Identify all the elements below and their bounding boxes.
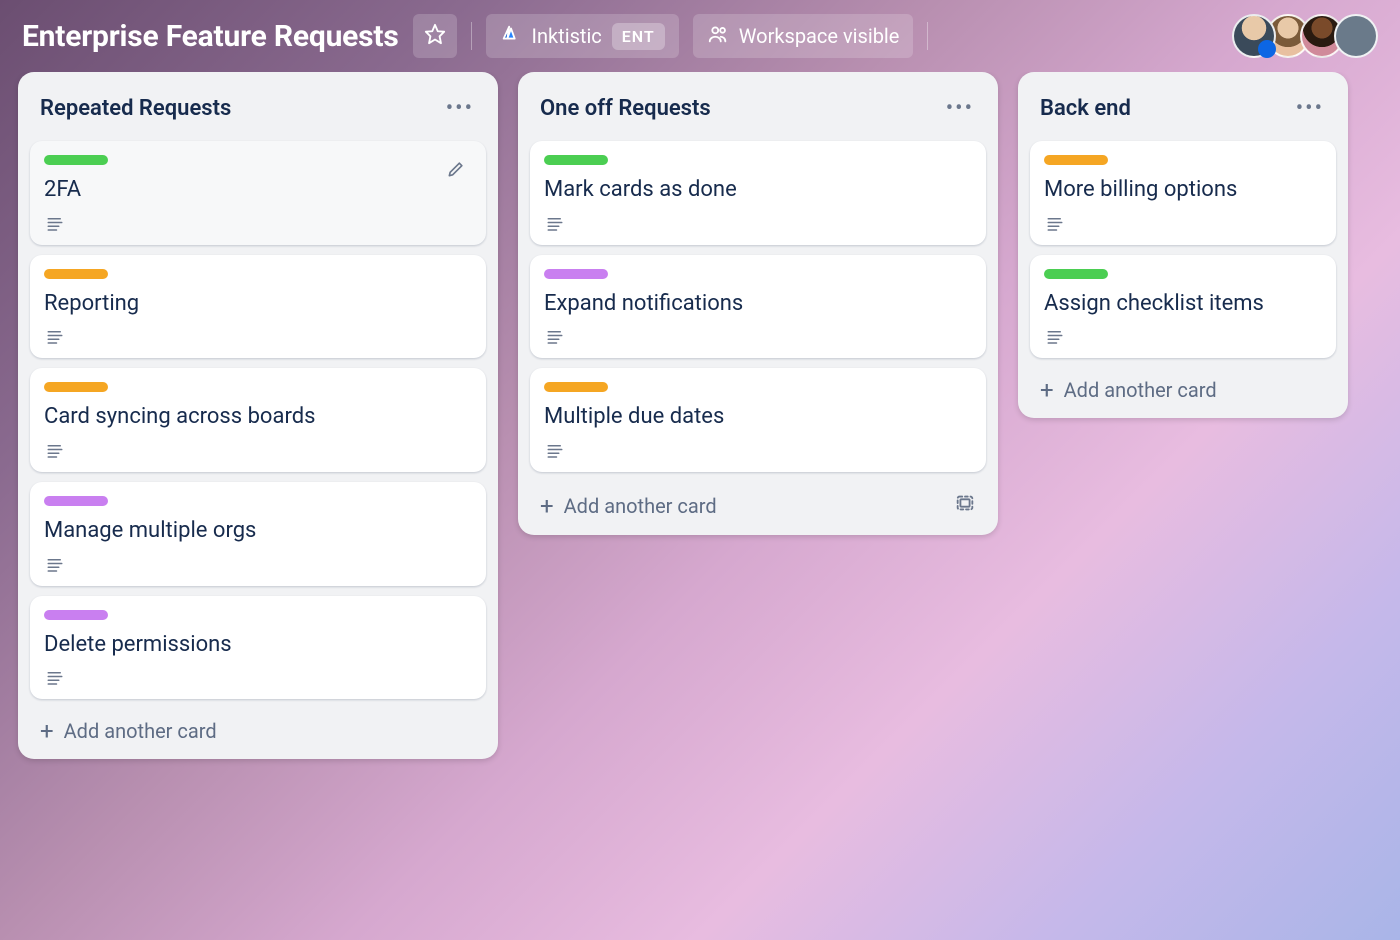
add-card-button[interactable]: + Add another card xyxy=(40,719,217,743)
template-icon xyxy=(954,495,976,519)
card-label[interactable] xyxy=(1044,269,1108,279)
ellipsis-icon: ••• xyxy=(446,96,474,121)
card[interactable]: Manage multiple orgs xyxy=(30,482,486,586)
card[interactable]: Mark cards as done xyxy=(530,141,986,245)
add-card-label: Add another card xyxy=(64,719,217,743)
add-card-button[interactable]: + Add another card xyxy=(540,494,717,518)
list: One off Requests ••• Mark cards as done Exp… xyxy=(518,72,998,535)
card-title: Reporting xyxy=(44,289,472,319)
list-title[interactable]: Back end xyxy=(1040,96,1131,121)
card-title: Mark cards as done xyxy=(544,175,972,205)
card-label[interactable] xyxy=(44,269,108,279)
visibility-label: Workspace visible xyxy=(739,24,900,48)
list-title[interactable]: One off Requests xyxy=(540,96,711,121)
card[interactable]: Delete permissions xyxy=(30,596,486,700)
description-icon xyxy=(544,328,972,346)
description-icon xyxy=(1044,328,1322,346)
card[interactable]: More billing options xyxy=(1030,141,1336,245)
description-icon xyxy=(44,442,472,460)
card-label[interactable] xyxy=(1044,155,1108,165)
avatar[interactable] xyxy=(1232,14,1276,58)
visibility-button[interactable]: Workspace visible xyxy=(693,14,914,58)
card-label[interactable] xyxy=(44,382,108,392)
board-members[interactable] xyxy=(1232,14,1378,58)
card-title: Manage multiple orgs xyxy=(44,516,472,546)
edit-card-button[interactable] xyxy=(440,155,472,187)
list-title[interactable]: Repeated Requests xyxy=(40,96,231,121)
plus-icon: + xyxy=(540,494,554,518)
ellipsis-icon: ••• xyxy=(1296,96,1324,121)
people-icon xyxy=(707,23,729,50)
description-icon xyxy=(44,215,472,233)
description-icon xyxy=(44,328,472,346)
plus-icon: + xyxy=(40,719,54,743)
description-icon xyxy=(44,669,472,687)
card[interactable]: Reporting xyxy=(30,255,486,359)
workspace-plan-badge: ENT xyxy=(612,23,665,50)
workspace-name: Inktistic xyxy=(532,24,602,48)
board-header: Enterprise Feature Requests Inktistic EN… xyxy=(0,0,1400,72)
list-footer: + Add another card xyxy=(1030,368,1336,404)
list: Repeated Requests ••• 2FA Reporting Card syn… xyxy=(18,72,498,759)
pencil-icon xyxy=(446,159,466,183)
list-header: One off Requests ••• xyxy=(530,86,986,131)
workspace-switcher[interactable]: Inktistic ENT xyxy=(486,14,679,58)
add-card-label: Add another card xyxy=(564,494,717,518)
star-button[interactable] xyxy=(413,14,457,58)
star-icon xyxy=(424,23,446,50)
plus-icon: + xyxy=(1040,378,1054,402)
ellipsis-icon: ••• xyxy=(946,96,974,121)
card-title: Assign checklist items xyxy=(1044,289,1322,319)
list: Back end ••• More billing options Assign ch… xyxy=(1018,72,1348,418)
card-label[interactable] xyxy=(544,382,608,392)
list-header: Back end ••• xyxy=(1030,86,1336,131)
atlassian-logo-icon xyxy=(500,23,522,50)
card-title: Card syncing across boards xyxy=(44,402,472,432)
card-title: Multiple due dates xyxy=(544,402,972,432)
description-icon xyxy=(544,215,972,233)
list-header: Repeated Requests ••• xyxy=(30,86,486,131)
description-icon xyxy=(544,442,972,460)
card-template-button[interactable] xyxy=(954,492,976,519)
card-label[interactable] xyxy=(544,155,608,165)
card-title: 2FA xyxy=(44,175,472,205)
board-title[interactable]: Enterprise Feature Requests xyxy=(22,19,399,54)
card-title: More billing options xyxy=(1044,175,1322,205)
card[interactable]: 2FA xyxy=(30,141,486,245)
card-title: Expand notifications xyxy=(544,289,972,319)
list-actions-button[interactable]: ••• xyxy=(942,92,978,125)
card-label[interactable] xyxy=(44,610,108,620)
avatar[interactable] xyxy=(1334,14,1378,58)
card[interactable]: Expand notifications xyxy=(530,255,986,359)
description-icon xyxy=(1044,215,1322,233)
card-label[interactable] xyxy=(44,155,108,165)
card-label[interactable] xyxy=(44,496,108,506)
card[interactable]: Card syncing across boards xyxy=(30,368,486,472)
add-card-button[interactable]: + Add another card xyxy=(1040,378,1217,402)
card[interactable]: Assign checklist items xyxy=(1030,255,1336,359)
add-card-label: Add another card xyxy=(1064,378,1217,402)
list-footer: + Add another card xyxy=(30,709,486,745)
list-footer: + Add another card xyxy=(530,482,986,521)
header-divider-2 xyxy=(927,22,928,50)
card[interactable]: Multiple due dates xyxy=(530,368,986,472)
board-canvas[interactable]: Repeated Requests ••• 2FA Reporting Card syn… xyxy=(0,72,1400,934)
card-title: Delete permissions xyxy=(44,630,472,660)
list-actions-button[interactable]: ••• xyxy=(1292,92,1328,125)
card-label[interactable] xyxy=(544,269,608,279)
list-actions-button[interactable]: ••• xyxy=(442,92,478,125)
description-icon xyxy=(44,556,472,574)
header-divider xyxy=(471,22,472,50)
